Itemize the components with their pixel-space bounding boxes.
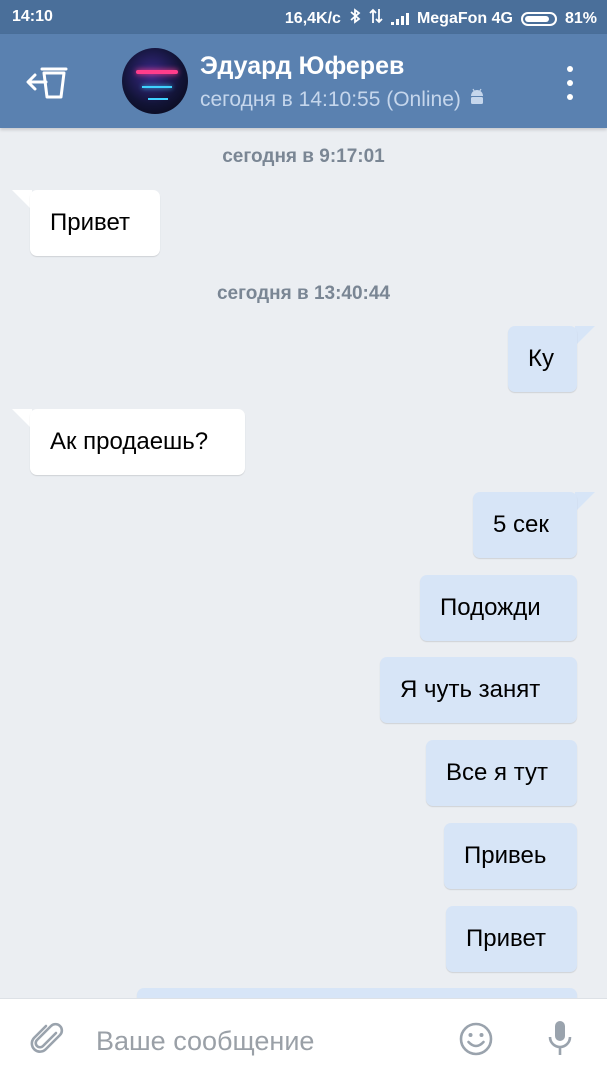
avatar[interactable] xyxy=(122,48,188,114)
carrier-label: MegaFon 4G xyxy=(416,9,513,27)
date-separator: сегодня в 13:40:44 xyxy=(216,283,391,304)
attach-button[interactable] xyxy=(30,1021,66,1057)
voice-button[interactable] xyxy=(546,1019,574,1059)
data-arrows-icon xyxy=(369,8,383,29)
message-bubble-outgoing[interactable]: Я чуть занят xyxy=(380,657,577,723)
more-options-button[interactable] xyxy=(560,66,580,100)
bubble-tail xyxy=(12,409,32,429)
network-speed: 16,4K/c xyxy=(284,9,341,27)
message-bubble-outgoing[interactable]: Привеь xyxy=(444,823,577,889)
paperclip-icon xyxy=(30,1022,64,1053)
signal-icon xyxy=(390,12,409,25)
contact-name[interactable]: Эдуард Юферев xyxy=(200,52,404,81)
bubble-tail xyxy=(575,492,595,512)
back-exit-icon xyxy=(26,67,68,99)
message-bubble-outgoing[interactable]: Ку xyxy=(508,326,577,392)
message-bubble-outgoing[interactable]: Привет xyxy=(446,906,577,972)
bubble-tail xyxy=(12,190,32,210)
bluetooth-icon xyxy=(349,8,361,29)
last-seen-text: сегодня в 14:10:55 (Online) xyxy=(200,88,461,111)
contact-status: сегодня в 14:10:55 (Online) xyxy=(200,88,485,112)
chat-header: Эдуард Юферев сегодня в 14:10:55 (Online… xyxy=(0,34,607,128)
message-bubble-outgoing[interactable]: Все я тут xyxy=(426,740,577,806)
message-input-bar xyxy=(0,998,607,1081)
battery-percent: 81% xyxy=(564,9,597,27)
dot-icon xyxy=(567,94,573,100)
back-button[interactable] xyxy=(26,64,70,100)
dot-icon xyxy=(567,80,573,86)
status-bar: 14:10 16,4K/c MegaFon 4G 81% xyxy=(0,0,607,34)
message-input[interactable] xyxy=(96,1021,436,1061)
dot-icon xyxy=(567,66,573,72)
microphone-icon xyxy=(548,1021,572,1055)
message-bubble-incoming[interactable]: Ак продаешь? xyxy=(30,409,245,475)
bubble-tail xyxy=(575,326,595,346)
android-icon xyxy=(469,88,485,112)
emoji-button[interactable] xyxy=(458,1021,494,1057)
message-bubble-outgoing[interactable]: 5 сек xyxy=(473,492,577,558)
date-separator: сегодня в 9:17:01 xyxy=(222,146,385,167)
message-bubble-incoming[interactable]: Привет xyxy=(30,190,160,256)
smile-icon xyxy=(459,1022,493,1056)
status-indicators: 16,4K/c MegaFon 4G 81% xyxy=(285,8,597,29)
battery-icon xyxy=(520,11,557,26)
status-time: 14:10 xyxy=(12,8,53,25)
message-bubble-outgoing[interactable]: Подожди xyxy=(420,575,577,641)
